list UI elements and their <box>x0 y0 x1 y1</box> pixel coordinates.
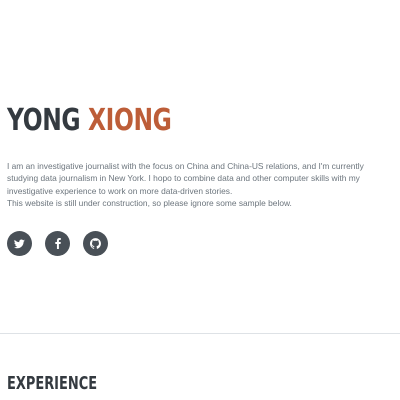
bio-paragraph: I am an investigative journalist with th… <box>7 161 364 196</box>
social-icons <box>7 231 108 256</box>
last-name: XIONG <box>87 103 172 138</box>
experience-heading: EXPERIENCE <box>7 373 98 394</box>
facebook-link[interactable] <box>45 231 70 256</box>
bio: I am an investigative journalist with th… <box>7 160 387 209</box>
facebook-icon <box>54 238 61 249</box>
twitter-link[interactable] <box>7 231 32 256</box>
profile-name: YONG XIONG <box>7 103 172 138</box>
section-divider <box>0 333 400 334</box>
github-icon <box>90 238 101 249</box>
page: YONG XIONG I am an investigative journal… <box>0 0 400 400</box>
first-name: YONG <box>7 103 81 138</box>
bio-note: This website is still under construction… <box>7 197 292 208</box>
twitter-icon <box>14 238 25 248</box>
github-link[interactable] <box>83 231 108 256</box>
